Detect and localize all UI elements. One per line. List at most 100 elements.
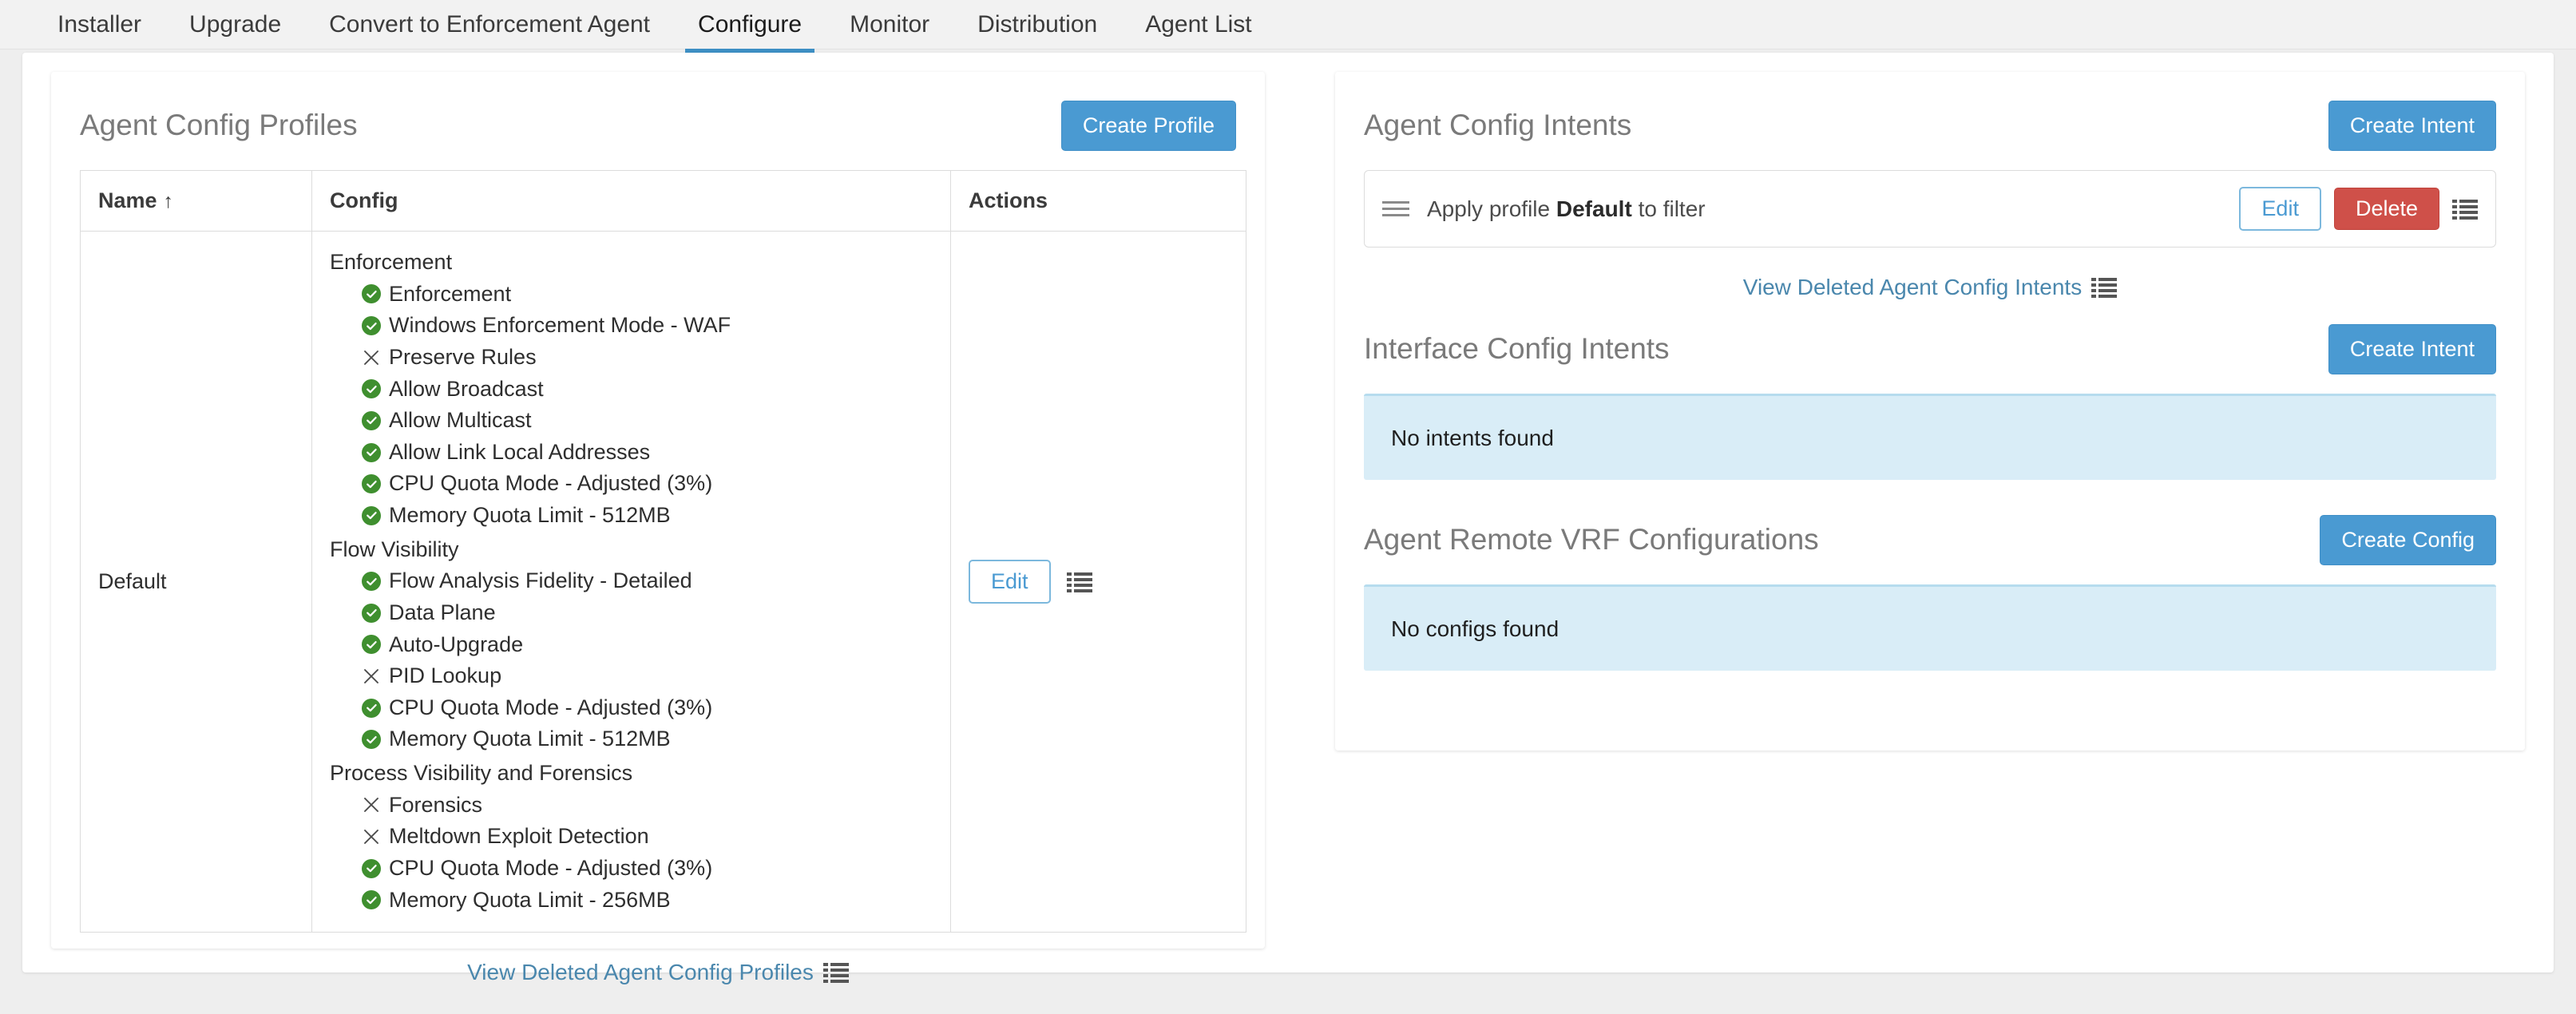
create-vrf-config-button[interactable]: Create Config (2320, 515, 2496, 565)
check-circle-icon (362, 635, 381, 655)
config-group-title: Flow Visibility (330, 537, 459, 561)
config-item: PID Lookup (330, 660, 933, 692)
column-header-actions: Actions (950, 170, 1246, 232)
view-deleted-profiles-list-icon[interactable] (822, 962, 849, 984)
cross-icon (362, 827, 381, 846)
check-circle-icon (362, 890, 381, 910)
delete-intent-button[interactable]: Delete (2333, 188, 2439, 230)
tab-convert-to-enforcement-agent[interactable]: Convert to Enforcement Agent (305, 0, 674, 51)
tab-label: Distribution (977, 11, 1098, 38)
view-deleted-intents-list-icon[interactable] (2091, 277, 2118, 298)
agent-remote-vrf-title: Agent Remote VRF Configurations (1364, 523, 1819, 557)
config-item: Windows Enforcement Mode - WAF (330, 310, 933, 342)
config-group: Flow Visibility Flow Analysis Fidelity - … (330, 533, 933, 755)
check-circle-icon (362, 284, 381, 304)
config-item-label: Preserve Rules (389, 344, 537, 369)
cross-icon (362, 667, 381, 686)
config-item: Allow Broadcast (330, 374, 933, 406)
config-item: CPU Quota Mode - Adjusted (3%) (330, 853, 933, 885)
intent-row-menu-icon[interactable] (2452, 199, 2478, 220)
config-item-label: Memory Quota Limit - 256MB (389, 887, 671, 912)
agent-config-profiles-header: Agent Config Profiles Create Profile (80, 101, 1236, 151)
tab-label: Convert to Enforcement Agent (329, 11, 651, 38)
agent-config-profiles-table: Name ↑ Config Actions Default Enforcemen… (80, 170, 1246, 933)
agent-remote-vrf-empty-message: No configs found (1391, 616, 1559, 641)
agent-remote-vrf-header: Agent Remote VRF Configurations Create C… (1364, 515, 2496, 565)
config-item: Memory Quota Limit - 512MB (330, 723, 933, 755)
config-item: Allow Multicast (330, 405, 933, 437)
column-header-actions-label: Actions (969, 188, 1048, 212)
intent-description: Apply profile Default to filter (1427, 196, 1706, 222)
config-group: Process Visibility and Forensics Forensic… (330, 757, 933, 916)
table-header-row: Name ↑ Config Actions (80, 170, 1246, 232)
config-item: Flow Analysis Fidelity - Detailed (330, 565, 933, 597)
tab-agent-list[interactable]: Agent List (1121, 0, 1275, 51)
config-item: Auto-Upgrade (330, 629, 933, 661)
config-item-label: Flow Analysis Fidelity - Detailed (389, 568, 692, 593)
config-group-title: Enforcement (330, 250, 453, 274)
profile-config-cell: Enforcement Enforcement Windows Enforcemen… (311, 231, 951, 933)
cross-icon (362, 795, 381, 814)
config-item-label: Meltdown Exploit Detection (389, 824, 649, 849)
tab-distribution[interactable]: Distribution (953, 0, 1121, 51)
intent-text-after: to filter (1638, 196, 1706, 221)
config-item-label: PID Lookup (389, 663, 502, 688)
drag-handle-icon[interactable] (1382, 200, 1409, 218)
agent-config-intent-row: Apply profile Default to filter Edit Del… (1364, 170, 2496, 248)
check-circle-icon (362, 698, 381, 718)
interface-config-intents-empty-state: No intents found (1364, 394, 2496, 480)
tab-label: Configure (698, 11, 803, 38)
check-circle-icon (362, 379, 381, 399)
agent-config-intents-title: Agent Config Intents (1364, 109, 1632, 142)
config-item-label: Windows Enforcement Mode - WAF (389, 313, 731, 338)
view-deleted-agent-config-intents-link[interactable]: View Deleted Agent Config Intents (1743, 275, 2082, 300)
agent-config-profiles-card: Agent Config Profiles Create Profile Nam… (51, 72, 1265, 984)
config-item: Enforcement (330, 279, 933, 311)
edit-profile-button[interactable]: Edit (969, 560, 1051, 604)
view-deleted-agent-config-profiles-link[interactable]: View Deleted Agent Config Profiles (467, 960, 814, 985)
tab-label: Installer (57, 11, 142, 38)
tab-configure[interactable]: Configure (674, 0, 826, 54)
check-circle-icon (362, 474, 381, 494)
config-item: Data Plane (330, 597, 933, 629)
column-header-name[interactable]: Name ↑ (80, 170, 312, 232)
profile-name: Default (98, 569, 167, 594)
tab-installer[interactable]: Installer (34, 0, 165, 51)
config-item-label: CPU Quota Mode - Adjusted (3%) (389, 855, 713, 880)
create-agent-config-intent-button[interactable]: Create Intent (2328, 101, 2496, 151)
edit-intent-button[interactable]: Edit (2239, 187, 2321, 231)
page-content-container: Agent Config Profiles Create Profile Nam… (22, 53, 2554, 984)
profile-row-menu-icon[interactable] (1066, 572, 1092, 592)
main-tab-bar: Installer Upgrade Convert to Enforcement… (0, 0, 2576, 54)
config-item-label: Allow Link Local Addresses (389, 439, 651, 464)
create-profile-button[interactable]: Create Profile (1060, 101, 1236, 151)
intent-text-before: Apply profile (1427, 196, 1551, 221)
config-item: Memory Quota Limit - 256MB (330, 885, 933, 917)
config-item-label: Auto-Upgrade (389, 632, 524, 656)
config-item-label: Allow Broadcast (389, 376, 544, 401)
tab-label: Agent List (1145, 11, 1252, 38)
config-item: Preserve Rules (330, 342, 933, 374)
config-item-label: Forensics (389, 792, 483, 817)
tab-upgrade[interactable]: Upgrade (165, 0, 305, 51)
tab-label: Monitor (850, 11, 930, 38)
config-item-label: CPU Quota Mode - Adjusted (3%) (389, 695, 713, 719)
table-row: Default Enforcement Enforcement Windows En… (80, 231, 1246, 933)
intent-actions: Edit Delete (2239, 187, 2478, 231)
check-circle-icon (362, 505, 381, 525)
page-title: Agent Config Profiles (80, 109, 358, 142)
config-item: Meltdown Exploit Detection (330, 821, 933, 853)
config-item-label: Memory Quota Limit - 512MB (389, 503, 671, 527)
intent-profile-name: Default (1556, 196, 1632, 221)
check-circle-icon (362, 730, 381, 750)
profile-name-cell: Default (80, 231, 312, 933)
agent-config-intents-card: Agent Config Intents Create Intent Apply… (1335, 72, 2525, 751)
check-circle-icon (362, 858, 381, 878)
config-item: CPU Quota Mode - Adjusted (3%) (330, 692, 933, 724)
column-header-config[interactable]: Config (311, 170, 951, 232)
create-interface-config-intent-button[interactable]: Create Intent (2328, 324, 2496, 374)
check-circle-icon (362, 603, 381, 623)
check-circle-icon (362, 572, 381, 592)
check-circle-icon (362, 442, 381, 462)
tab-monitor[interactable]: Monitor (826, 0, 953, 51)
